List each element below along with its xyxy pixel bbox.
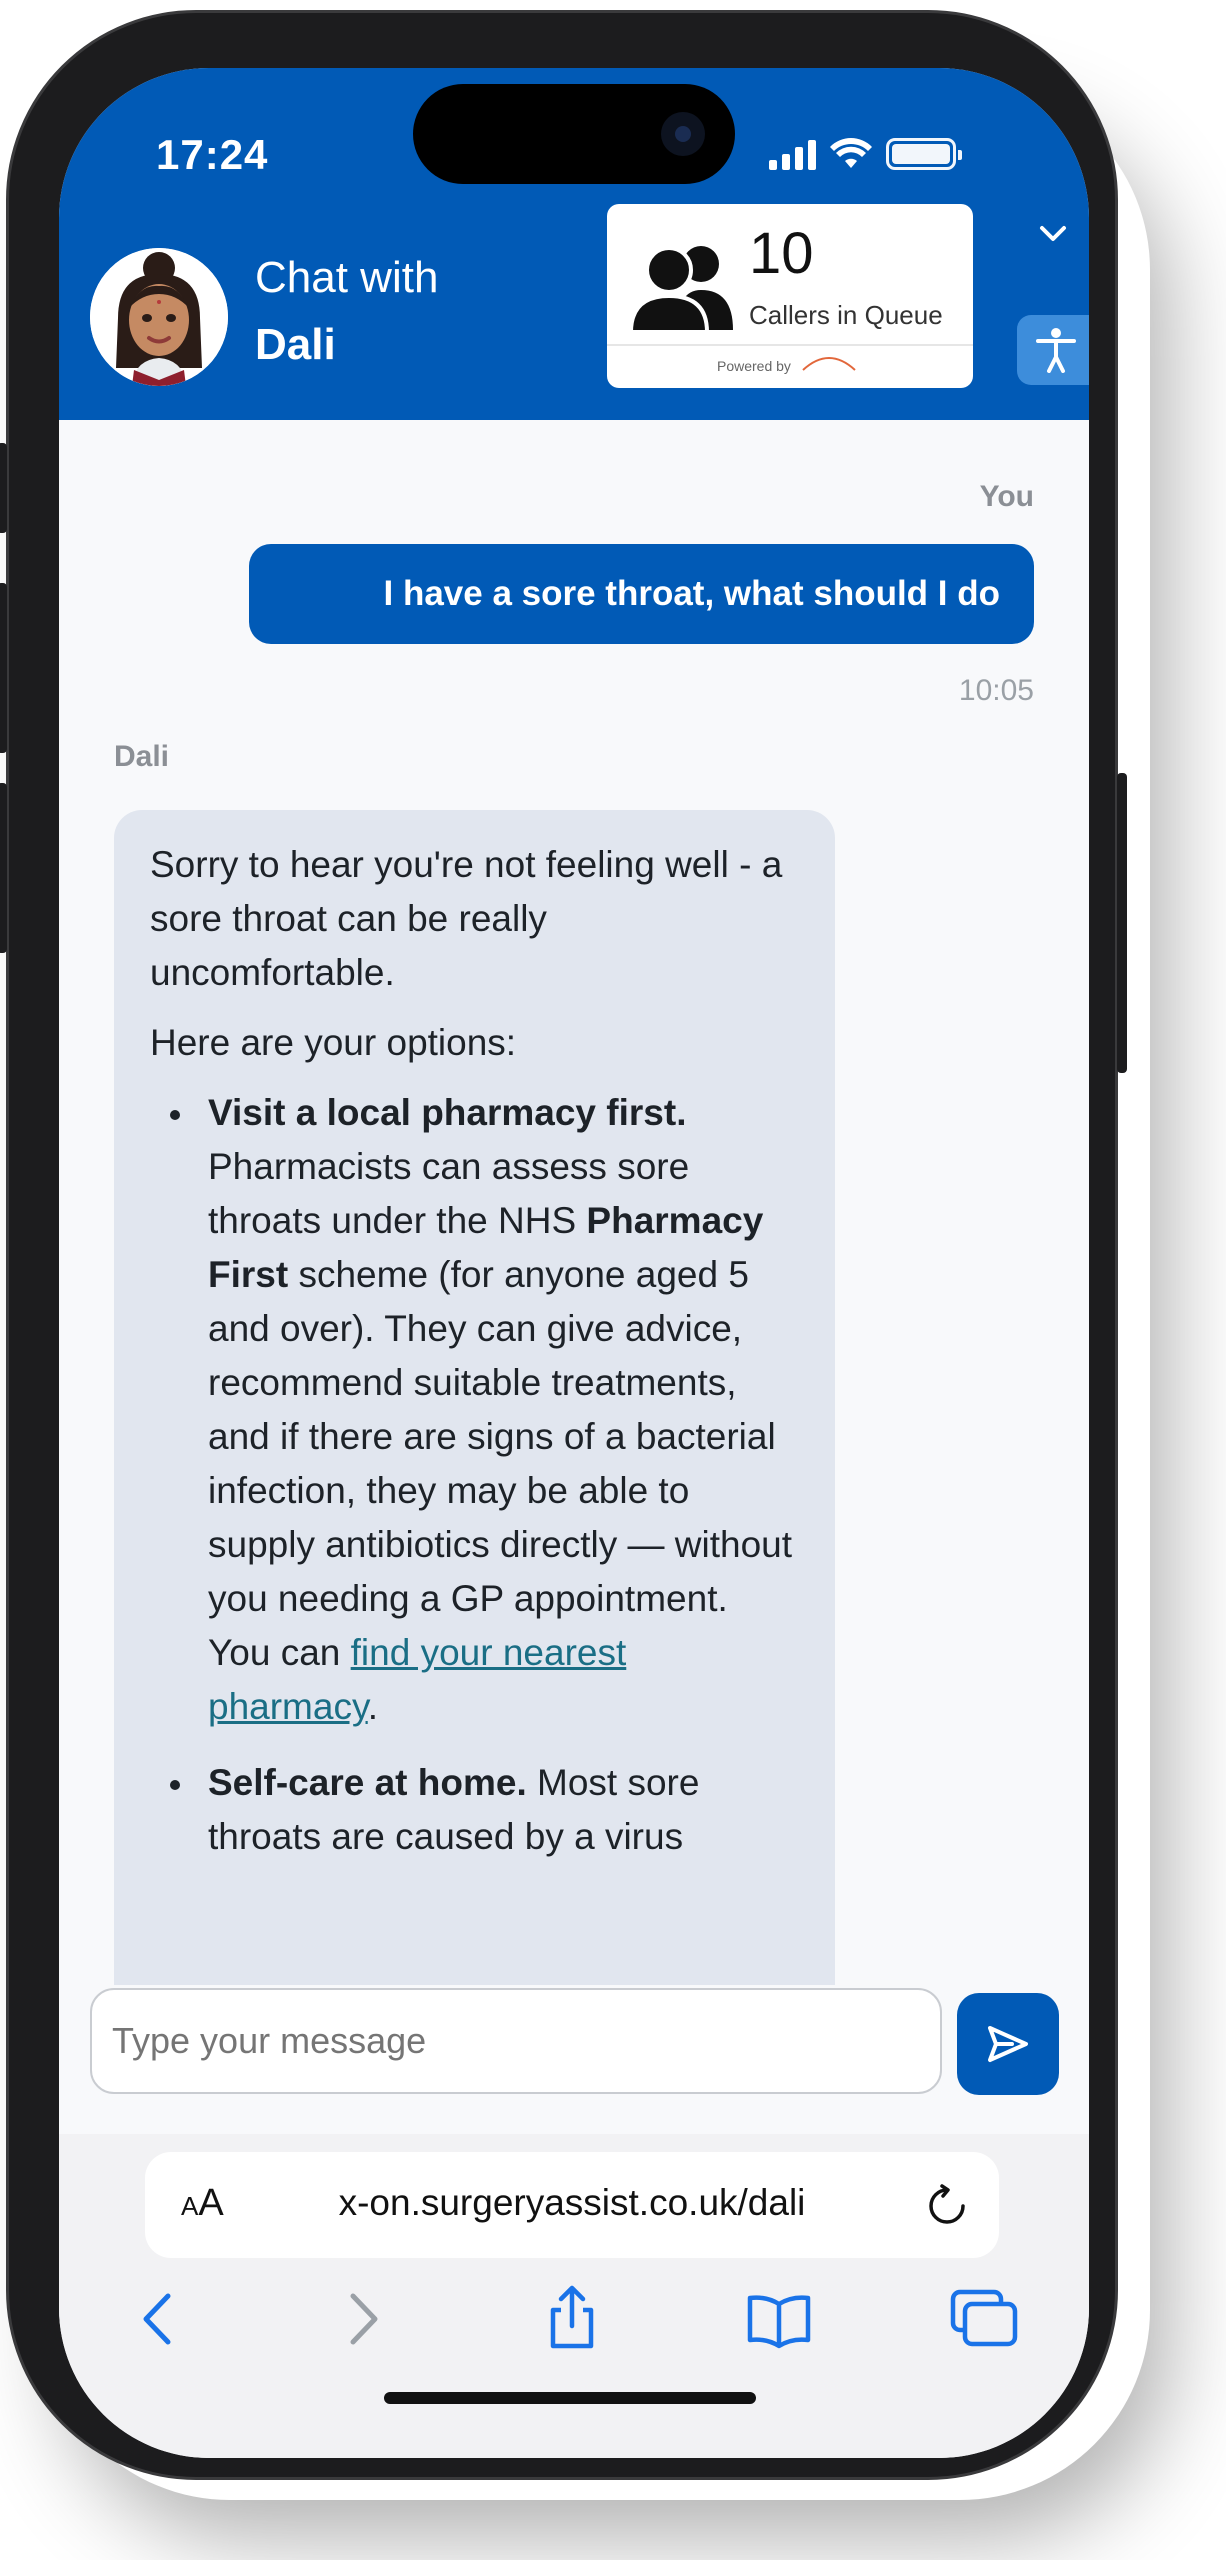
address-bar[interactable]: AA x-on.surgeryassist.co.uk/dali — [145, 2152, 999, 2258]
message-input[interactable] — [90, 1988, 942, 2094]
chat-with-label: Chat with — [255, 253, 439, 302]
accessibility-button[interactable] — [1017, 315, 1089, 385]
queue-widget: 10 Callers in Queue Powered by — [607, 204, 973, 388]
accessibility-icon — [1036, 328, 1076, 373]
agent-paragraph-intro: Sorry to hear you're not feeling well - … — [150, 844, 783, 993]
cellular-signal-icon — [769, 140, 816, 170]
browser-nav-row — [59, 2284, 1089, 2364]
option-title: Self-care at home. — [208, 1762, 527, 1803]
list-item: Visit a local pharmacy first. Pharmacist… — [170, 1086, 799, 1734]
user-message-bubble: I have a sore throat, what should I do — [249, 544, 1034, 644]
agent-avatar — [90, 248, 228, 386]
phone-screen: 17:24 Chat with Dali 10 Callers in Queue… — [59, 68, 1089, 2458]
message-timestamp: 10:05 — [958, 674, 1034, 707]
power-button — [1117, 773, 1127, 1073]
bookmarks-icon[interactable] — [744, 2284, 814, 2354]
queue-count: 10 — [749, 221, 814, 286]
queue-label: Callers in Queue — [749, 300, 943, 330]
people-icon — [629, 246, 733, 332]
status-icons — [769, 138, 962, 170]
share-icon[interactable] — [537, 2284, 607, 2354]
back-icon[interactable] — [124, 2284, 194, 2354]
volume-down-button — [0, 783, 7, 953]
forward-icon[interactable] — [327, 2284, 397, 2354]
agent-message-bubble: Sorry to hear you're not feeling well - … — [114, 810, 835, 1985]
mute-switch — [0, 443, 7, 533]
user-label: You — [979, 480, 1034, 513]
status-time: 17:24 — [156, 131, 269, 178]
option-text: scheme (for anyone aged 5 and over). The… — [208, 1254, 793, 1673]
browser-toolbar: AA x-on.surgeryassist.co.uk/dali — [59, 2134, 1089, 2458]
x-on-health-logo — [799, 352, 859, 377]
volume-up-button — [0, 583, 7, 753]
powered-by-label: Powered by — [717, 358, 791, 374]
tabs-icon[interactable] — [949, 2284, 1019, 2354]
agent-label: Dali — [114, 740, 170, 773]
option-text-end: . — [367, 1686, 378, 1727]
agent-paragraph-options: Here are your options: — [150, 1022, 517, 1063]
chat-header: 17:24 Chat with Dali 10 Callers in Queue… — [59, 68, 1089, 420]
list-item: Self-care at home. Most sore throats are… — [170, 1756, 799, 1864]
options-list: Visit a local pharmacy first. Pharmacist… — [150, 1086, 799, 1864]
reload-icon[interactable] — [925, 2184, 969, 2228]
send-icon — [988, 2026, 1028, 2062]
dynamic-island — [413, 84, 735, 184]
option-title: Visit a local pharmacy first. — [208, 1092, 687, 1133]
front-camera — [661, 112, 705, 156]
wifi-icon — [830, 138, 872, 168]
url-text[interactable]: x-on.surgeryassist.co.uk/dali — [145, 2182, 999, 2224]
phone-frame: 17:24 Chat with Dali 10 Callers in Queue… — [0, 10, 1127, 2480]
send-button[interactable] — [957, 1993, 1059, 2095]
chevron-down-icon[interactable] — [1035, 216, 1071, 252]
battery-icon — [886, 138, 962, 170]
agent-name: Dali — [255, 320, 336, 369]
queue-divider — [607, 344, 973, 346]
home-indicator — [384, 2392, 756, 2404]
